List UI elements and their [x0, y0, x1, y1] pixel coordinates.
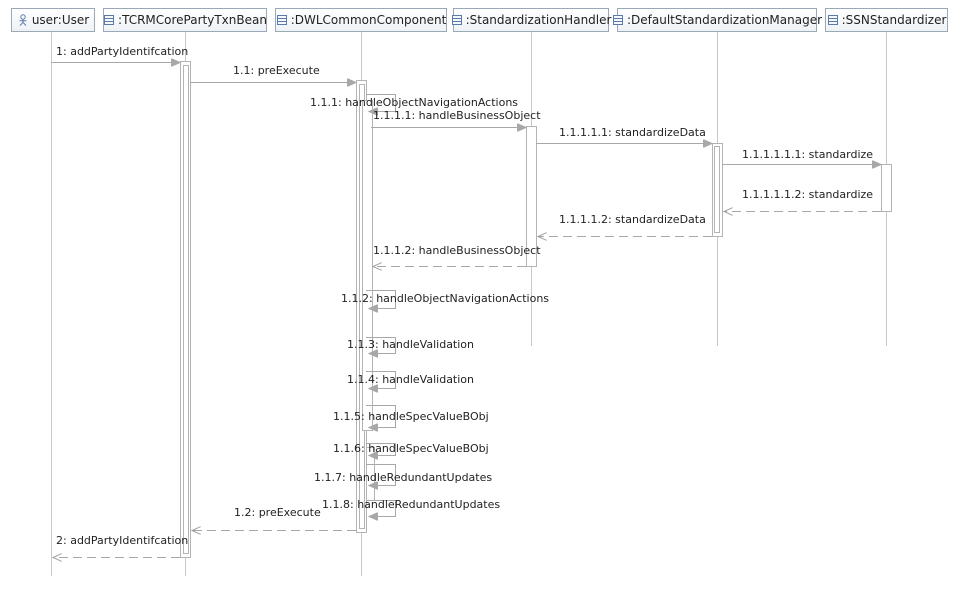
class-icon	[104, 15, 115, 25]
lifeline-header-std[interactable]: :StandardizationHandler	[451, 8, 612, 32]
message-label: 1: addPartyIdentifcation	[56, 45, 188, 58]
message-label: 1.2: preExecute	[234, 506, 321, 519]
lifeline-name: :SSNStandardizer	[841, 13, 947, 27]
sequence-diagram: 1: addPartyIdentifcation 1.1: preExecute 1…	[0, 0, 957, 594]
lifeline-name: :DefaultStandardizationManager	[626, 13, 823, 27]
message-label: 1.1.6: handleSpecValueBObj	[333, 442, 489, 455]
activation-bar	[183, 65, 189, 554]
diagram-canvas: 1: addPartyIdentifcation 1.1: preExecute 1…	[51, 32, 892, 576]
message-label: 1.1: preExecute	[233, 64, 320, 77]
lifeline-header-dwl[interactable]: :DWLCommonComponent	[275, 8, 447, 32]
message-label: 1.1.8: handleRedundantUpdates	[322, 498, 500, 511]
lifeline-header-user[interactable]: user:User	[11, 8, 95, 32]
message-label: 1.1.2: handleObjectNavigationActions	[341, 292, 549, 305]
message-label: 1.1.1.1: handleBusinessObject	[373, 109, 541, 122]
actor-icon	[19, 14, 27, 26]
class-icon	[451, 15, 462, 25]
lifeline-header-mgr[interactable]: :DefaultStandardizationManager	[612, 8, 822, 32]
message-label: 1.1.4: handleValidation	[347, 373, 474, 386]
message-label: 1.1.1.2: handleBusinessObject	[373, 244, 541, 257]
lifeline-name: :DWLCommonComponent	[290, 13, 447, 27]
lifeline-name: :StandardizationHandler	[465, 13, 612, 27]
message-label: 2: addPartyIdentifcation	[56, 534, 188, 547]
lifeline-header-ssn[interactable]: :SSNStandardizer	[825, 8, 948, 32]
class-icon	[612, 15, 623, 25]
message-label: 1.1.1.1.1.2: standardize	[742, 188, 873, 201]
lifeline-name: :TCRMCorePartyTxnBean	[118, 13, 267, 27]
message-label: 1.1.3: handleValidation	[347, 338, 474, 351]
message-label: 1.1.5: handleSpecValueBObj	[333, 410, 489, 423]
activation-bar	[714, 146, 720, 233]
message-label: 1.1.1.1.1: standardizeData	[559, 126, 706, 139]
class-icon	[827, 15, 838, 25]
message-label: 1.1.1.1.2: standardizeData	[559, 213, 706, 226]
activation-bar	[881, 164, 892, 212]
class-icon	[276, 15, 287, 25]
message-label: 1.1.1: handleObjectNavigationActions	[310, 96, 518, 109]
lifeline-name: user:User	[31, 13, 90, 27]
message-label: 1.1.1.1.1.1: standardize	[742, 148, 873, 161]
message-label: 1.1.7: handleRedundantUpdates	[314, 471, 492, 484]
lifeline-header-txn[interactable]: :TCRMCorePartyTxnBean	[103, 8, 267, 32]
